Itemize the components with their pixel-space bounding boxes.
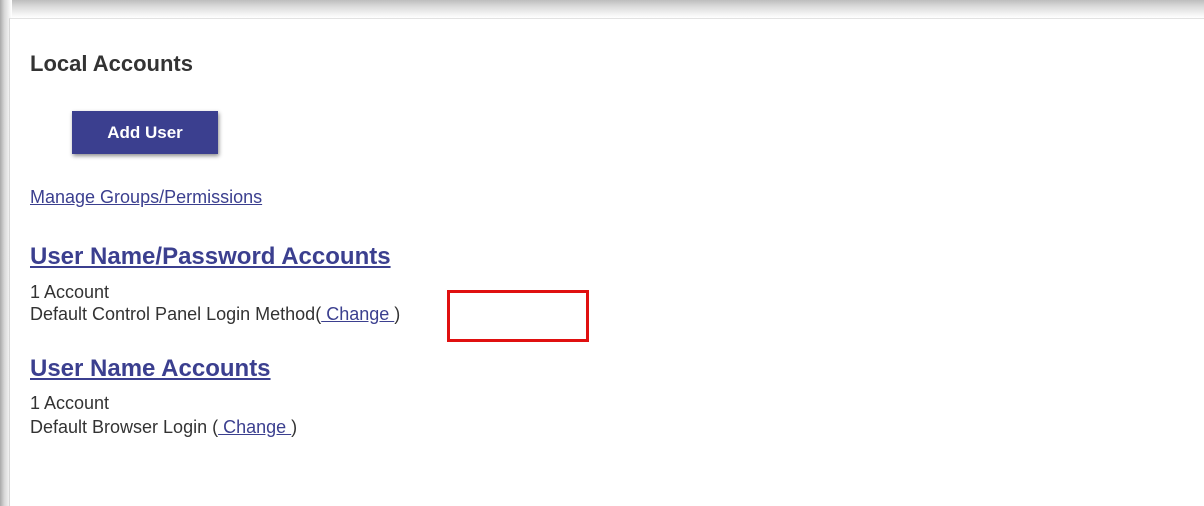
change-browser-login-link[interactable]: Change xyxy=(218,417,291,437)
user-name-account-count: 1 Account xyxy=(30,393,110,413)
add-user-button[interactable]: Add User xyxy=(72,111,218,154)
user-name-password-account-count: 1 Account xyxy=(30,282,110,302)
page-title: Local Accounts xyxy=(30,51,193,76)
local-accounts-panel: Local Accounts Add User Manage Groups/Pe… xyxy=(9,18,1204,506)
close-paren: ) xyxy=(394,304,401,324)
change-control-panel-login-link[interactable]: Change xyxy=(321,304,394,324)
control-panel-login-method-label: Default Control Panel Login Method xyxy=(30,304,316,324)
manage-groups-permissions-link[interactable]: Manage Groups/Permissions xyxy=(30,186,262,208)
browser-login-method-label: Default Browser Login xyxy=(30,417,213,437)
close-paren: ) xyxy=(291,417,298,437)
highlight-box xyxy=(447,290,589,342)
browser-login-method-row: Default Browser Login ( Change ) xyxy=(30,416,297,438)
user-name-accounts-link[interactable]: User Name Accounts xyxy=(30,355,271,383)
frame-top-shadow xyxy=(0,0,1204,18)
user-name-password-accounts-link[interactable]: User Name/Password Accounts xyxy=(30,243,391,271)
window-frame: Local Accounts Add User Manage Groups/Pe… xyxy=(0,0,1204,506)
control-panel-login-method-row: Default Control Panel Login Method( Chan… xyxy=(30,303,400,325)
